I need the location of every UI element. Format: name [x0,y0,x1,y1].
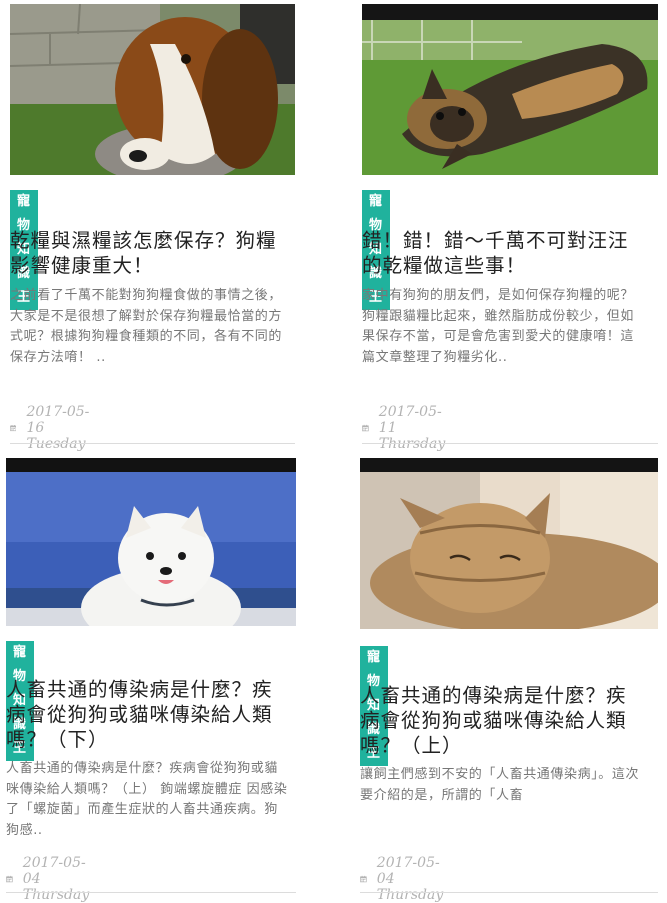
article-title[interactable]: 錯！錯！錯～千萬不可對汪汪的乾糧做這些事！ [362,228,647,278]
article-title[interactable]: 人畜共通的傳染病是什麼？疾病會從狗狗或貓咪傳染給人類嗎？（上） [360,683,645,758]
article-title[interactable]: 乾糧與濕糧該怎麼保存？狗糧影響健康重大！ [10,228,295,278]
card-divider [10,443,295,444]
calendar-icon [362,424,369,432]
calendar-icon [10,424,17,432]
calendar-icon [6,875,13,883]
calendar-icon [360,875,367,883]
article-thumbnail[interactable] [360,458,658,629]
card-divider [362,443,658,444]
article-thumbnail[interactable] [10,4,295,175]
article-date: 2017-05-04 Thursday [6,855,96,903]
article-excerpt: 之前看了千萬不能對狗狗糧食做的事情之後，大家是不是很想了解對於保存狗糧最恰當的方… [10,288,283,365]
article-thumbnail[interactable] [6,458,296,626]
article-excerpt: 家中有狗狗的朋友們，是如何保存狗糧的呢？狗糧跟貓糧比起來，雖然脂肪成份較少，但如… [362,288,635,365]
date-text: 2017-05-11 Thursday [378,404,446,452]
article-date: 2017-05-11 Thursday [362,404,452,452]
date-text: 2017-05-16 Tuesday [26,404,90,452]
article-date: 2017-05-16 Tuesday [10,404,93,452]
article-excerpt: 人畜共通的傳染病是什麼？疾病會從狗狗或貓咪傳染給人類嗎？（上） 鉤端螺旋體症 因… [6,761,288,838]
date-text: 2017-05-04 Thursday [376,855,444,903]
date-text: 2017-05-04 Thursday [22,855,90,903]
article-thumbnail[interactable] [362,4,658,175]
card-divider [6,892,296,893]
article-excerpt: 讓飼主們感到不安的「人畜共通傳染病」。這次要介紹的是，所謂的「人畜 [360,767,640,803]
article-title[interactable]: 人畜共通的傳染病是什麼？疾病會從狗狗或貓咪傳染給人類嗎？（下） [6,677,291,752]
article-date: 2017-05-04 Thursday [360,855,450,903]
card-divider [360,892,658,893]
